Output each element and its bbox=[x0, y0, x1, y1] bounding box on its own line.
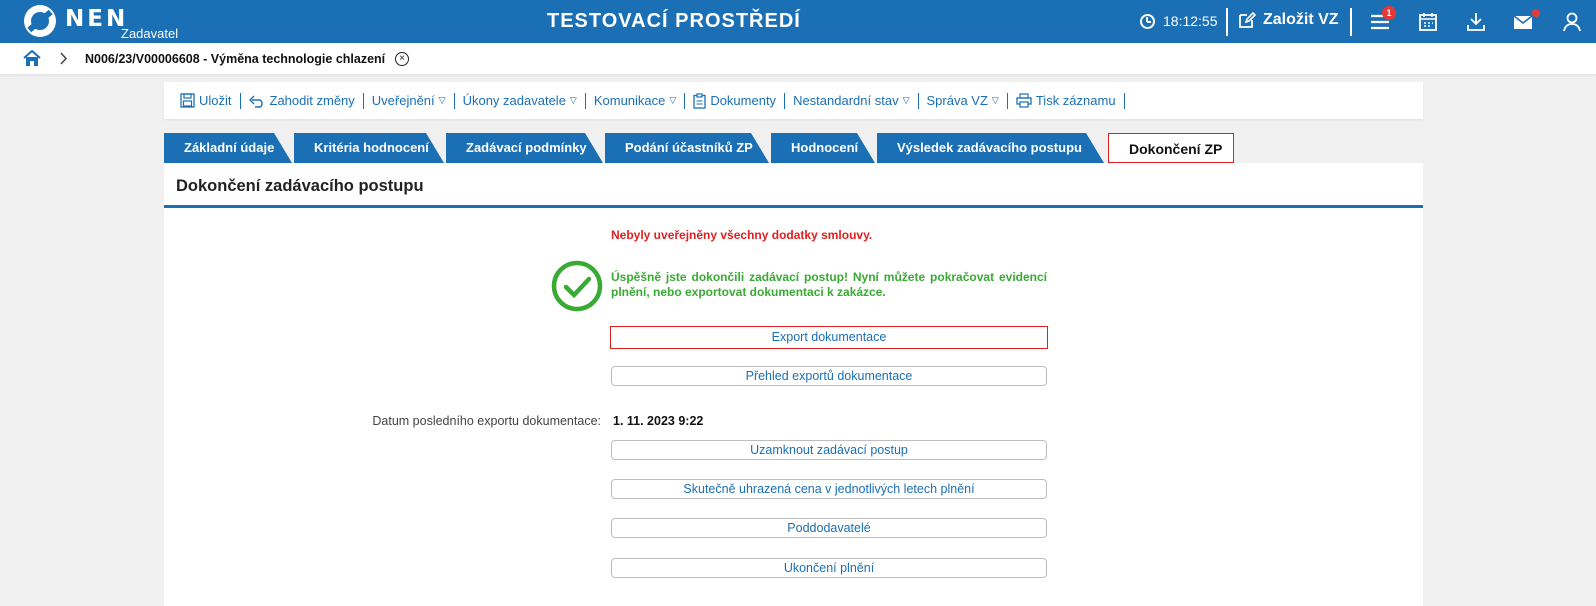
action-toolbar: Uložit Zahodit změny Uveřejnění ▽ Úkony zada… bbox=[164, 82, 1423, 119]
edit-icon bbox=[1239, 11, 1256, 28]
dropdown-triangle-icon: ▽ bbox=[438, 95, 446, 105]
tab-kriteria-hodnoceni[interactable]: Kritéria hodnocení bbox=[294, 133, 444, 163]
toolbar-tisk-zaznamu-button[interactable]: Tisk záznamu bbox=[1008, 92, 1125, 109]
calendar-icon[interactable] bbox=[1417, 11, 1439, 33]
breadcrumb-title[interactable]: N006/23/V00006608 - Výměna technologie c… bbox=[85, 52, 385, 66]
undo-icon bbox=[248, 94, 270, 108]
download-icon[interactable] bbox=[1465, 11, 1487, 33]
close-icon[interactable]: × bbox=[395, 52, 409, 66]
create-vz-label: Založit VZ bbox=[1263, 11, 1339, 28]
dropdown-triangle-icon: ▽ bbox=[569, 95, 577, 105]
paid-price-button[interactable]: Skutečně uhrazená cena v jednotlivých le… bbox=[611, 479, 1047, 499]
tab-zadavaci-podminky[interactable]: Zadávací podmínky bbox=[446, 133, 603, 163]
toolbar-label: Tisk záznamu bbox=[1035, 93, 1116, 108]
clock-time: 18:12:55 bbox=[1163, 13, 1218, 29]
tab-vysledek-zp[interactable]: Výsledek zadávacího postupu bbox=[877, 133, 1104, 163]
tab-podani-ucastniku[interactable]: Podání účastníků ZP bbox=[605, 133, 769, 163]
dropdown-triangle-icon: ▽ bbox=[669, 95, 677, 105]
mail-icon[interactable] bbox=[1512, 11, 1534, 33]
save-icon bbox=[180, 93, 199, 108]
tab-hodnoceni[interactable]: Hodnocení bbox=[771, 133, 875, 163]
end-performance-button[interactable]: Ukončení plnění bbox=[611, 558, 1047, 578]
clipboard-icon bbox=[693, 92, 710, 109]
toolbar-label: Uveřejnění bbox=[371, 93, 435, 108]
toolbar-zahodit-zmeny-button[interactable]: Zahodit změny bbox=[241, 92, 364, 109]
toolbar-dokumenty-button[interactable]: Dokumenty bbox=[685, 92, 786, 109]
main-panel: Dokončení zadávacího postupu Nebyly uveř… bbox=[164, 163, 1423, 606]
divider bbox=[1350, 8, 1352, 36]
chevron-right-icon bbox=[60, 52, 68, 65]
toolbar-label: Úkony zadavatele bbox=[462, 93, 566, 108]
toolbar-sprava-vz-button[interactable]: Správa VZ ▽ bbox=[919, 92, 1008, 109]
dropdown-triangle-icon: ▽ bbox=[991, 95, 999, 105]
tab-dokonceni-zp[interactable]: Dokončení ZP bbox=[1108, 133, 1234, 163]
environment-title: TESTOVACÍ PROSTŘEDÍ bbox=[547, 10, 801, 32]
toolbar-ulozit-button[interactable]: Uložit bbox=[172, 92, 241, 109]
toolbar-label: Dokumenty bbox=[710, 93, 777, 108]
lock-procedure-button[interactable]: Uzamknout zadávací postup bbox=[611, 440, 1047, 460]
tab-zakladni-udaje[interactable]: Základní údaje bbox=[164, 133, 292, 163]
user-icon[interactable] bbox=[1561, 11, 1583, 33]
session-clock: 18:12:55 bbox=[1140, 13, 1218, 29]
print-icon bbox=[1016, 93, 1036, 108]
dropdown-triangle-icon: ▽ bbox=[902, 95, 910, 105]
logo-icon bbox=[24, 5, 56, 37]
warning-message: Nebyly uveřejněny všechny dodatky smlouv… bbox=[611, 228, 873, 242]
logo-text: NEN bbox=[65, 6, 129, 32]
mail-indicator bbox=[1532, 9, 1540, 17]
last-export-label: Datum posledního exportu dokumentace: bbox=[372, 414, 601, 428]
divider bbox=[1226, 8, 1228, 36]
title-underline bbox=[164, 205, 1423, 208]
toolbar-label: Nestandardní stav bbox=[793, 93, 899, 108]
toolbar-uverejneni-button[interactable]: Uveřejnění ▽ bbox=[364, 92, 455, 109]
export-overview-button[interactable]: Přehled exportů dokumentace bbox=[611, 366, 1047, 386]
toolbar-ukony-zadavatele-button[interactable]: Úkony zadavatele ▽ bbox=[455, 92, 586, 109]
clock-icon bbox=[1140, 13, 1155, 29]
toolbar-nestandardni-stav-button[interactable]: Nestandardní stav ▽ bbox=[785, 92, 919, 109]
home-icon[interactable] bbox=[23, 50, 41, 67]
toolbar-label: Komunikace bbox=[593, 93, 666, 108]
subcontractors-button[interactable]: Poddodavatelé bbox=[611, 518, 1047, 538]
last-export-value: 1. 11. 2023 9:22 bbox=[613, 414, 704, 428]
top-bar: NEN Zadavatel TESTOVACÍ PROSTŘEDÍ 18:12:… bbox=[0, 0, 1596, 43]
section-title: Dokončení zadávacího postupu bbox=[176, 177, 424, 195]
success-message: Úspěšně jste dokončili zadávací postup! … bbox=[611, 270, 1047, 299]
notification-badge: 1 bbox=[1382, 6, 1396, 20]
toolbar-label: Zahodit změny bbox=[269, 93, 355, 108]
logo-subtitle: Zadavatel bbox=[121, 26, 179, 41]
breadcrumb: N006/23/V00006608 - Výměna technologie c… bbox=[0, 43, 1596, 74]
export-documentation-button[interactable]: Export dokumentace bbox=[610, 326, 1048, 349]
toolbar-label: Správa VZ bbox=[926, 93, 988, 108]
check-circle-icon bbox=[551, 260, 603, 312]
nen-logo[interactable]: NEN bbox=[24, 5, 128, 37]
toolbar-komunikace-button[interactable]: Komunikace ▽ bbox=[586, 92, 686, 109]
create-vz-button[interactable]: Založit VZ bbox=[1238, 11, 1339, 29]
toolbar-label: Uložit bbox=[199, 93, 232, 108]
